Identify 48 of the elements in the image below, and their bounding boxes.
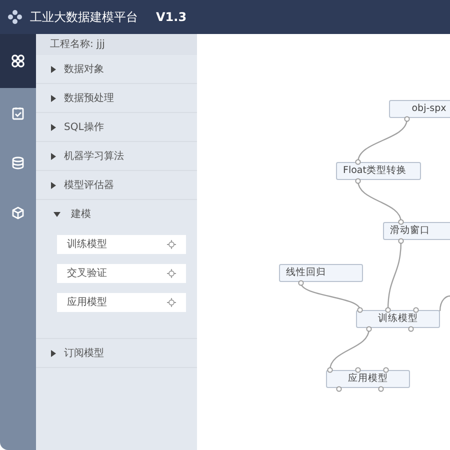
connector-line <box>300 282 361 310</box>
port-handle[interactable] <box>413 307 419 313</box>
port-handle[interactable] <box>366 326 372 332</box>
connector-line <box>439 295 450 312</box>
component-item[interactable]: 应用模型 <box>57 293 186 312</box>
flow-node[interactable]: 线性回归 <box>279 264 363 282</box>
port-handle[interactable] <box>298 280 304 286</box>
connector-line <box>357 180 402 222</box>
category-item[interactable]: 建模 <box>36 200 197 229</box>
flow-node[interactable]: obj-spx <box>389 100 450 118</box>
project-name: 工程名称: jjj <box>36 34 197 55</box>
logo-icon <box>8 10 22 24</box>
port-handle[interactable] <box>378 386 384 392</box>
flow-node[interactable]: 滑动窗口 <box>383 222 450 240</box>
flow-node[interactable]: 应用模型 <box>326 370 410 388</box>
port-handle[interactable] <box>355 367 361 373</box>
caret-right-icon <box>50 66 57 72</box>
clipboard-check-icon <box>11 106 25 120</box>
caret-right-icon <box>50 124 57 130</box>
caret-right-icon <box>50 182 57 188</box>
port-handle[interactable] <box>336 386 342 392</box>
modules-icon <box>11 54 25 68</box>
port-handle[interactable] <box>408 326 414 332</box>
port-handle[interactable] <box>357 307 363 313</box>
port-handle[interactable] <box>355 178 361 184</box>
port-handle[interactable] <box>327 367 333 373</box>
component-item[interactable]: 交叉验证 <box>57 264 186 283</box>
flow-node[interactable]: 训练模型 <box>356 310 440 328</box>
app-title: 工业大数据建模平台 <box>30 9 138 26</box>
version-label: V1.3 <box>156 9 187 26</box>
caret-right-icon <box>50 94 57 102</box>
drag-handle-icon[interactable] <box>167 298 176 307</box>
port-handle[interactable] <box>398 219 404 225</box>
cube-icon <box>11 206 25 220</box>
port-handle[interactable] <box>355 159 361 165</box>
caret-right-icon <box>50 350 57 356</box>
drag-handle-icon[interactable] <box>167 240 176 249</box>
port-handle[interactable] <box>383 367 389 373</box>
flow-node[interactable]: Float类型转换 <box>336 162 421 180</box>
port-handle[interactable] <box>398 238 404 244</box>
drag-handle-icon[interactable] <box>167 269 176 278</box>
connector-line <box>357 118 408 162</box>
component-item[interactable]: 训练模型 <box>57 235 186 254</box>
connector-line <box>329 328 370 370</box>
port-handle[interactable] <box>385 307 391 313</box>
port-handle[interactable] <box>404 116 410 122</box>
caret-right-icon <box>50 152 57 160</box>
database-icon <box>11 156 25 170</box>
